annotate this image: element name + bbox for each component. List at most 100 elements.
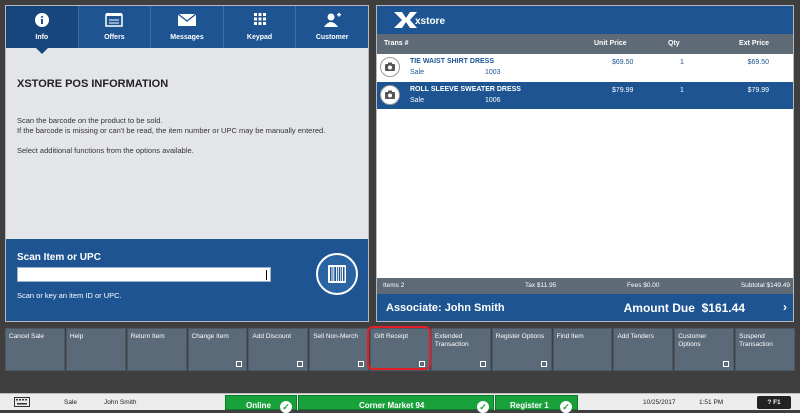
info-line-1: Scan the barcode on the product to be so…: [17, 116, 163, 125]
item-qty: 1: [680, 59, 684, 66]
table-row-selected[interactable]: ROLL SLEEVE SWEATER DRESS Sale 1006 $79.…: [377, 82, 793, 109]
transaction-panel: xstore Trans # Unit Price Qty Ext Price …: [376, 5, 794, 322]
status-time: 1:51 PM: [699, 399, 724, 406]
tab-info[interactable]: Info: [6, 6, 79, 54]
item-ext-price: $79.99: [747, 87, 769, 94]
add-customer-icon: [321, 12, 343, 28]
item-sku: 1006: [485, 97, 501, 104]
status-mode: Sale: [64, 399, 78, 406]
gift-receipt-button[interactable]: Gift Receipt: [370, 328, 430, 371]
camera-icon: [380, 85, 400, 105]
scan-input[interactable]: [17, 267, 271, 282]
col-qty: Qty: [668, 40, 680, 47]
item-unit-price: $79.99: [612, 87, 634, 94]
logo-bar: xstore: [377, 6, 793, 34]
fk-label: Extended Transaction: [434, 333, 469, 348]
keypad-icon: [249, 12, 271, 28]
help-f1-button[interactable]: ? F1: [757, 396, 791, 409]
camera-icon: [380, 57, 400, 77]
scan-hint: Scan or key an item ID or UPC.: [17, 291, 122, 300]
check-icon: ✓: [477, 401, 489, 413]
info-text: Scan the barcode on the product to be so…: [17, 116, 357, 166]
register-indicator: Register 1 ✓: [495, 395, 578, 413]
return-item-button[interactable]: Return Item: [126, 328, 187, 371]
tab-offers[interactable]: Offers: [79, 6, 152, 48]
online-indicator: Online ✓: [225, 395, 297, 413]
items-count: Items 2: [383, 282, 405, 289]
fk-label: Add Tenders: [617, 333, 654, 340]
tab-messages-label: Messages: [170, 34, 204, 41]
tab-keypad[interactable]: Keypad: [224, 6, 297, 48]
table-row[interactable]: TIE WAIST SHIRT DRESS Sale 1003 $69.50 1…: [377, 54, 793, 81]
cancel-sale-button[interactable]: Cancel Sale: [5, 328, 65, 371]
subtotal: Subtotal $149.49: [740, 282, 790, 289]
extended-transaction-button[interactable]: Extended Transaction: [430, 328, 491, 371]
status-date: 10/25/2017: [643, 399, 676, 406]
add-discount-button[interactable]: Add Discount: [248, 328, 309, 371]
submenu-icon: [358, 361, 365, 367]
submenu-icon: [418, 361, 425, 367]
item-name: ROLL SLEEVE SWEATER DRESS: [410, 86, 521, 93]
fk-label: Register Options: [495, 333, 545, 340]
amount-due: Amount Due $161.44: [624, 301, 745, 315]
tab-info-label: Info: [35, 34, 49, 41]
customer-options-button[interactable]: Customer Options: [674, 328, 735, 371]
help-button[interactable]: Help: [65, 328, 126, 371]
change-item-button[interactable]: Change Item: [187, 328, 248, 371]
logo-text: xstore: [415, 16, 445, 27]
submenu-icon: [723, 361, 730, 367]
sell-non-merch-button[interactable]: Sell Non-Merch: [309, 328, 370, 371]
grid-header: Trans # Unit Price Qty Ext Price: [377, 34, 793, 54]
submenu-icon: [540, 361, 547, 367]
fk-label: Find Item: [556, 333, 584, 340]
keyboard-icon[interactable]: [14, 397, 30, 409]
find-item-button[interactable]: Find Item: [552, 328, 613, 371]
associate-bar[interactable]: Associate: John Smith Amount Due $161.44…: [377, 294, 793, 321]
submenu-icon: [297, 361, 304, 367]
barcode-icon: [318, 265, 356, 297]
pos-info-panel: Info Offers Messages Keypad Customer XST…: [5, 5, 369, 322]
info-line-3: Select additional functions from the opt…: [17, 146, 194, 155]
amount-due-label: Amount Due: [623, 301, 695, 315]
col-trans: Trans #: [384, 40, 409, 47]
item-ext-price: $69.50: [747, 59, 769, 66]
scan-panel: Scan Item or UPC Scan or key an item ID …: [6, 239, 368, 321]
status-user: John Smith: [104, 399, 137, 406]
tab-keypad-label: Keypad: [246, 34, 273, 41]
item-sku: 1003: [485, 69, 501, 76]
online-label: Online: [246, 401, 271, 410]
tab-customer-label: Customer: [315, 34, 349, 41]
register-options-button[interactable]: Register Options: [491, 328, 552, 371]
submenu-icon: [236, 361, 243, 367]
store-indicator: Corner Market 94 ✓: [298, 395, 494, 413]
register-label: Register 1: [510, 401, 549, 410]
fk-label: Suspend Transaction: [739, 333, 773, 348]
store-label: Corner Market 94: [359, 401, 425, 410]
associate-label: Associate: John Smith: [386, 302, 505, 314]
tab-messages[interactable]: Messages: [151, 6, 224, 48]
tab-customer[interactable]: Customer: [296, 6, 368, 48]
envelope-icon: [176, 12, 198, 28]
add-tenders-button[interactable]: Add Tenders: [613, 328, 674, 371]
offers-icon: [103, 12, 125, 28]
submenu-icon: [479, 361, 486, 367]
col-unit-price: Unit Price: [594, 40, 627, 47]
fees-total: Fees $0.00: [627, 282, 660, 289]
fk-label: Cancel Sale: [9, 333, 45, 340]
col-ext-price: Ext Price: [739, 40, 769, 47]
fk-label: Return Item: [130, 333, 165, 340]
info-line-2: If the barcode is missing or can't be re…: [17, 126, 326, 135]
item-name: TIE WAIST SHIRT DRESS: [410, 58, 495, 65]
fk-label: Change Item: [191, 333, 229, 340]
tab-offers-label: Offers: [104, 34, 125, 41]
chevron-right-icon: ›: [783, 300, 787, 314]
status-bar: Sale John Smith Online ✓ Corner Market 9…: [0, 393, 800, 413]
item-unit-price: $69.50: [612, 59, 634, 66]
suspend-transaction-button[interactable]: Suspend Transaction: [735, 328, 795, 371]
scan-title: Scan Item or UPC: [17, 252, 101, 263]
tax-total: Tax $11.95: [525, 282, 557, 289]
fk-label: Customer Options: [678, 333, 707, 348]
fk-label: Help: [69, 333, 84, 340]
check-icon: ✓: [280, 401, 292, 413]
barcode-scan-button[interactable]: [316, 253, 358, 295]
